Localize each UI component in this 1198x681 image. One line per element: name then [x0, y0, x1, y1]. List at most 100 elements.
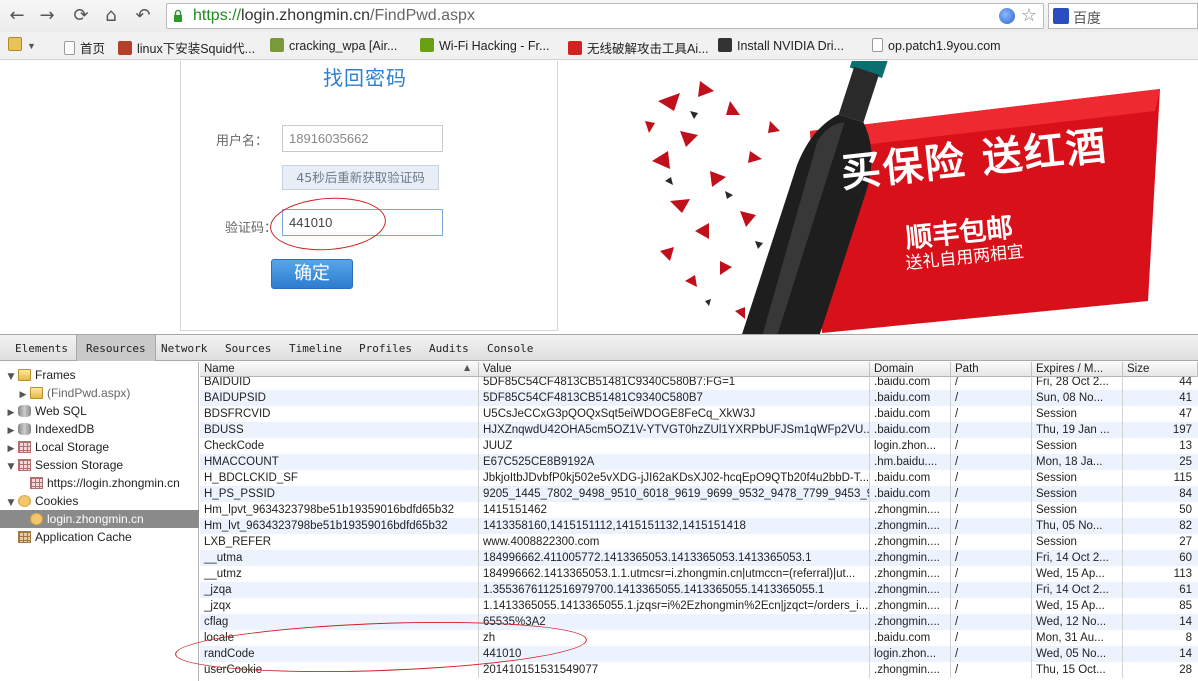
cookie-value: 5DF85C54CF4813CB51481C9340C580B7 [479, 390, 870, 406]
username-input[interactable]: 18916035662 [282, 125, 443, 152]
table-row[interactable]: Hm_lpvt_9634323798be51b19359016bdfd65b32… [200, 502, 1198, 518]
table-row[interactable]: CheckCode JUUZ login.zhon... / Session 13 [200, 438, 1198, 454]
table-row[interactable]: cflag 65535%3A2 .zhongmin.... / Wed, 12 No..… [200, 614, 1198, 630]
bookmark-label: Wi-Fi Hacking - Fr... [439, 39, 550, 53]
tab-elements[interactable]: Elements [6, 335, 77, 361]
address-bar[interactable]: https://login.zhongmin.cn/FindPwd.aspx ☆ [166, 3, 1044, 29]
column-header[interactable]: Expires / M... [1032, 362, 1123, 377]
bookmark-item[interactable]: cracking_wpa [Air... [270, 38, 397, 54]
tab-resources[interactable]: Resources [76, 335, 156, 361]
column-header[interactable]: Size [1123, 362, 1198, 377]
cookie-expires: Thu, 19 Jan ... [1032, 422, 1123, 438]
bookmark-item[interactable]: Install NVIDIA Dri... [718, 38, 844, 54]
sort-asc-icon[interactable]: ▲ [464, 363, 470, 372]
cookie-value: 184996662.411005772.1413365053.141336505… [479, 550, 870, 566]
column-header[interactable]: Value [479, 362, 870, 377]
table-row[interactable]: Hm_lvt_9634323798be51b19359016bdfd65b32 1… [200, 518, 1198, 534]
table-row[interactable]: H_BDCLCKID_SF JbkjoItbJDvbfP0kj502e5vXDG-… [200, 470, 1198, 486]
cookie-expires: Wed, 12 No... [1032, 614, 1123, 630]
table-row[interactable]: LXB_REFER www.4008822300.com .zhongmin....… [200, 534, 1198, 550]
cookie-name: randCode [200, 646, 479, 662]
cookie-path: / [951, 406, 1032, 422]
bookmark-item[interactable]: op.patch1.9you.com [872, 38, 1001, 54]
cookie-expires: Fri, 14 Oct 2... [1032, 550, 1123, 566]
table-row[interactable]: BDSFRCVID U5CsJeCCxG3pQOQxSqt5eiWDOGE8FeC… [200, 406, 1198, 422]
resend-code-button[interactable]: 45秒后重新获取验证码 [282, 165, 439, 190]
form-title: 找回密码 [323, 66, 407, 90]
cookie-domain: .baidu.com [870, 406, 951, 422]
tab-audits[interactable]: Audits [420, 335, 478, 361]
tab-sources[interactable]: Sources [216, 335, 280, 361]
table-row[interactable]: BAIDUPSID 5DF85C54CF4813CB51481C9340C580B… [200, 390, 1198, 406]
tree-item[interactable]: login.zhongmin.cn [0, 510, 199, 528]
table-row[interactable]: randCode 441010 login.zhon... / Wed, 05 No..… [200, 646, 1198, 662]
table-row[interactable]: userCookie 201410151531549077 .zhongmin...… [200, 662, 1198, 678]
ad-banner[interactable]: 买保险 送红酒 顺丰包邮 送礼自用两相宜 [640, 61, 1198, 334]
cookie-expires: Mon, 18 Ja... [1032, 454, 1123, 470]
tab-timeline[interactable]: Timeline [280, 335, 351, 361]
tree-item-label: Local Storage [35, 440, 110, 454]
cookie-value: U5CsJeCCxG3pQOQxSqt5eiWDOGE8FeCq_XkW3J [479, 406, 870, 422]
reload-button[interactable]: ⟳ [70, 5, 92, 27]
confirm-button[interactable]: 确定 [271, 259, 353, 289]
cookie-name: LXB_REFER [200, 534, 479, 550]
tree-item[interactable]: ▼ Session Storage [0, 456, 199, 474]
code-input[interactable]: 441010 [282, 209, 443, 236]
bookmarks-menu-icon[interactable]: ▼ [8, 37, 36, 53]
tab-profiles[interactable]: Profiles [350, 335, 421, 361]
tree-item[interactable]: ▶ Web SQL [0, 402, 199, 420]
cookie-path: / [951, 470, 1032, 486]
table-row[interactable]: __utmz 184996662.1413365053.1.1.utmcsr=i.… [200, 566, 1198, 582]
history-button[interactable]: ↶ [132, 5, 154, 27]
cookie-expires: Sun, 08 No... [1032, 390, 1123, 406]
bookmarks-bar: ▼ 首页 linux下安装Squid代... cracking_wpa [Air..… [0, 32, 1198, 60]
forward-button[interactable]: → [36, 5, 58, 27]
column-header[interactable]: Name [200, 362, 479, 377]
column-header[interactable]: Path [951, 362, 1032, 377]
bookmark-item[interactable]: Wi-Fi Hacking - Fr... [420, 38, 549, 54]
cookie-value: 65535%3A2 [479, 614, 870, 630]
cookie-domain: .baidu.com [870, 470, 951, 486]
tree-item-label: Frames [35, 368, 76, 382]
site-icon [118, 41, 132, 55]
cookie-expires: Wed, 05 No... [1032, 646, 1123, 662]
table-row[interactable]: __utma 184996662.411005772.1413365053.141… [200, 550, 1198, 566]
cookie-path: / [951, 566, 1032, 582]
url-text: https://login.zhongmin.cn/FindPwd.aspx [193, 7, 475, 24]
tree-item[interactable]: ▶ IndexedDB [0, 420, 199, 438]
cookie-path: / [951, 518, 1032, 534]
tree-item[interactable]: ▶ Local Storage [0, 438, 199, 456]
tree-item-label: (FindPwd.aspx) [47, 386, 131, 400]
tree-item[interactable]: ▼ Cookies [0, 492, 199, 510]
table-row[interactable]: _jzqa 1.3553676112516979700.1413365055.14… [200, 582, 1198, 598]
cookie-name: Hm_lvt_9634323798be51b19359016bdfd65b32 [200, 518, 479, 534]
tab-network[interactable]: Network [152, 335, 216, 361]
cookie-size: 28 [1179, 664, 1192, 676]
extension-icon[interactable] [999, 8, 1015, 24]
search-box[interactable]: 百度 [1048, 3, 1198, 29]
table-row[interactable]: HMACCOUNT E67C525CE8B9192A .hm.baidu.... / M… [200, 454, 1198, 470]
back-button[interactable]: ← [6, 5, 28, 27]
tree-item[interactable]: Application Cache [0, 528, 199, 546]
cookie-domain: .zhongmin.... [870, 598, 951, 614]
table-row[interactable]: _jzqx 1.1413365055.1413365055.1.jzqsr=i%2… [200, 598, 1198, 614]
cookie-size: 197 [1172, 424, 1192, 436]
tab-console[interactable]: Console [478, 335, 542, 361]
browser-toolbar: ← → ⟳ ⌂ ↶ https://login.zhongmin.cn/Find… [0, 0, 1198, 32]
tree-item[interactable]: ▼ Frames [0, 366, 199, 384]
table-row[interactable]: BDUSS HJXZnqwdU42OHA5cm5OZ1V-YTVGT0hzZUl1… [200, 422, 1198, 438]
cookie-domain: .baidu.com [870, 422, 951, 438]
bookmark-item[interactable]: linux下安装Squid代... [118, 38, 255, 56]
tree-item[interactable]: ▶ (FindPwd.aspx) [0, 384, 199, 402]
table-row[interactable]: locale zh .baidu.com / Mon, 31 Au... 8 [200, 630, 1198, 646]
bookmark-star-icon[interactable]: ☆ [1021, 5, 1037, 26]
cookie-path: / [951, 422, 1032, 438]
table-row[interactable]: H_PS_PSSID 9205_1445_7802_9498_9510_6018_… [200, 486, 1198, 502]
tree-item[interactable]: https://login.zhongmin.cn [0, 474, 199, 492]
cookie-name: _jzqa [200, 582, 479, 598]
home-button[interactable]: ⌂ [100, 5, 122, 27]
column-header[interactable]: Domain [870, 362, 951, 377]
bookmark-item[interactable]: 无线破解攻击工具Ai... [568, 38, 709, 56]
bookmark-item[interactable]: 首页 [64, 38, 105, 56]
cookie-size: 82 [1179, 520, 1192, 532]
